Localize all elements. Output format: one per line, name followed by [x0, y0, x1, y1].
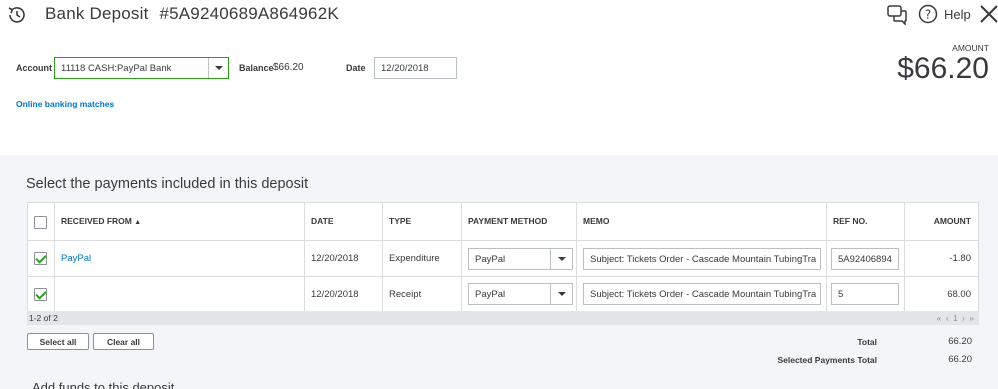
row-amount: -1.80: [949, 253, 971, 264]
column-divider: [826, 203, 827, 312]
table-header: RECEIVED FROM ▲ DATE TYPE PAYMENT METHOD…: [28, 203, 978, 241]
selected-payments-total-value: 66.20: [948, 354, 972, 365]
table-row[interactable]: PayPal 12/20/2018 Expenditure PayPal Sub…: [28, 241, 978, 277]
balance-value: $66.20: [273, 62, 304, 73]
ref-no-input[interactable]: 5A92406894: [831, 248, 899, 270]
pager-nav: « ‹ 1 › »: [937, 313, 975, 323]
column-divider: [576, 203, 577, 312]
select-all-button[interactable]: Select all: [27, 333, 89, 350]
ref-no-input[interactable]: 5: [831, 283, 899, 305]
account-value: 11118 CASH:PayPal Bank: [61, 63, 172, 74]
payment-method-value: PayPal: [475, 289, 506, 300]
clear-all-button[interactable]: Clear all: [93, 333, 154, 350]
row-date: 12/20/2018: [311, 253, 359, 264]
chevron-down-icon[interactable]: [550, 249, 572, 269]
total-value: 66.20: [948, 336, 972, 347]
chevron-down-icon[interactable]: [550, 284, 572, 304]
deposit-number: #5A9240689A864962K: [159, 4, 339, 23]
row-checkbox[interactable]: [34, 252, 47, 265]
date-label: Date: [346, 63, 366, 73]
current-page: 1: [952, 313, 959, 323]
pager-count: 1-2 of 2: [29, 313, 58, 323]
col-payment-method[interactable]: PAYMENT METHOD: [468, 216, 547, 226]
table-row[interactable]: 12/20/2018 Receipt PayPal Subject: Ticke…: [28, 277, 978, 312]
payments-table: RECEIVED FROM ▲ DATE TYPE PAYMENT METHOD…: [27, 202, 979, 313]
chat-icon[interactable]: [886, 3, 908, 25]
account-select[interactable]: 11118 CASH:PayPal Bank: [54, 57, 229, 79]
recent-transactions-icon[interactable]: [6, 4, 28, 26]
help-icon[interactable]: ?: [918, 4, 938, 24]
first-page-button[interactable]: «: [937, 313, 943, 323]
close-icon[interactable]: [979, 4, 998, 24]
help-label[interactable]: Help: [944, 7, 971, 22]
column-divider: [54, 203, 55, 312]
payment-method-select[interactable]: PayPal: [468, 248, 573, 270]
date-value: 12/20/2018: [381, 63, 429, 74]
memo-input[interactable]: Subject: Tickets Order - Cascade Mountai…: [583, 283, 821, 305]
column-divider: [382, 203, 383, 312]
col-amount[interactable]: AMOUNT: [934, 216, 971, 226]
prev-page-button[interactable]: ‹: [946, 313, 950, 323]
table-pager: 1-2 of 2 « ‹ 1 › »: [27, 311, 979, 325]
row-type: Receipt: [389, 289, 422, 300]
add-funds-section-title: Add funds to this deposit: [32, 380, 175, 389]
sort-ascending-icon: ▲: [134, 219, 142, 226]
row-amount: 68.00: [947, 289, 971, 300]
section-title: Select the payments included in this dep…: [26, 176, 309, 192]
page-title: Bank Deposit #5A9240689A864962K: [45, 4, 339, 24]
col-type[interactable]: TYPE: [389, 216, 411, 226]
row-type: Expenditure: [389, 253, 440, 264]
next-page-button[interactable]: ›: [962, 313, 966, 323]
memo-input[interactable]: Subject: Tickets Order - Cascade Mountai…: [583, 248, 821, 270]
col-memo[interactable]: MEMO: [583, 216, 609, 226]
online-banking-matches-link[interactable]: Online banking matches: [16, 99, 114, 109]
column-divider: [904, 203, 905, 312]
col-date[interactable]: DATE: [311, 216, 334, 226]
select-all-checkbox[interactable]: [34, 216, 47, 229]
amount-value: $66.20: [897, 52, 989, 85]
row-date: 12/20/2018: [311, 289, 359, 300]
svg-text:?: ?: [925, 8, 931, 22]
date-input[interactable]: 12/20/2018: [374, 57, 457, 79]
balance-label: Balance: [239, 63, 274, 73]
deposit-header: Bank Deposit #5A9240689A864962K ? Help A…: [0, 0, 998, 155]
account-label: Account: [16, 63, 52, 73]
chevron-down-icon[interactable]: [208, 58, 228, 78]
last-page-button[interactable]: »: [969, 313, 975, 323]
payment-method-select[interactable]: PayPal: [468, 283, 573, 305]
payment-method-value: PayPal: [475, 254, 506, 265]
col-received-from-label: RECEIVED FROM: [61, 216, 132, 226]
page-title-text: Bank Deposit: [45, 4, 149, 23]
col-ref-no[interactable]: REF NO.: [833, 216, 867, 226]
col-received-from[interactable]: RECEIVED FROM ▲: [61, 216, 141, 226]
total-label: Total: [857, 337, 877, 347]
column-divider: [461, 203, 462, 312]
received-from-link[interactable]: PayPal: [61, 253, 91, 264]
row-checkbox[interactable]: [34, 288, 47, 301]
selected-payments-total-label: Selected Payments Total: [777, 355, 877, 365]
column-divider: [304, 203, 305, 312]
